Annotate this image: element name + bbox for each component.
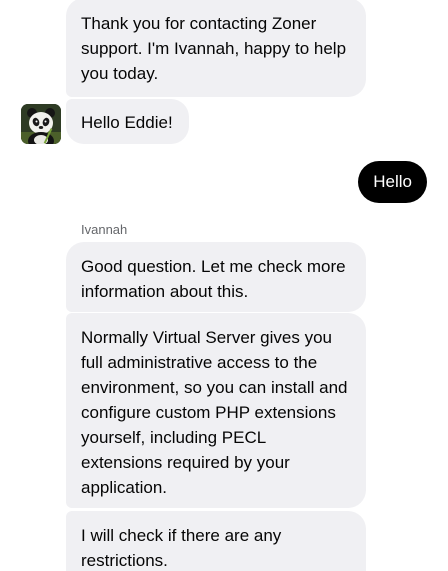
agent-message: Hello Eddie!: [66, 99, 189, 144]
agent-message: Normally Virtual Server gives you full a…: [66, 313, 366, 508]
agent-message: Thank you for contacting Zoner support. …: [66, 0, 366, 97]
agent-message: Good question. Let me check more informa…: [66, 242, 366, 312]
panda-avatar-icon[interactable]: [21, 104, 61, 144]
sender-name: Ivannah: [81, 222, 128, 237]
agent-message: I will check if there are any restrictio…: [66, 511, 366, 571]
user-message: Hello: [358, 161, 427, 203]
panda-avatar-graphic: [21, 104, 61, 144]
chat-transcript: Thank you for contacting Zoner support. …: [0, 0, 448, 571]
